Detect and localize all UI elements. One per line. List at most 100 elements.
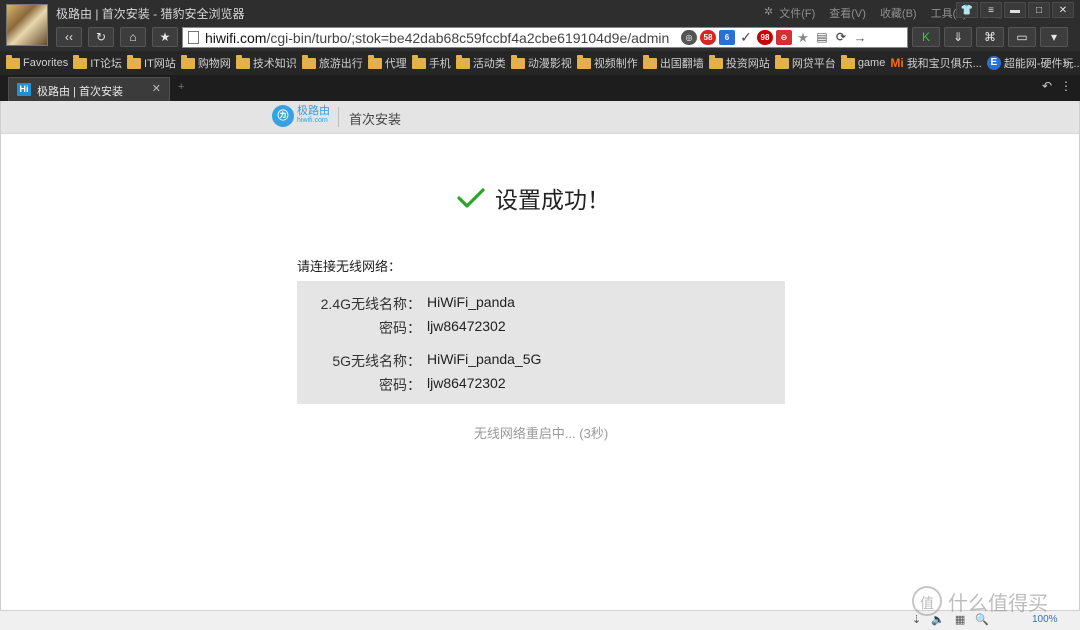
bookmark-item[interactable]: IT网站: [127, 54, 176, 71]
bookmark-item[interactable]: 代理: [367, 54, 407, 71]
bookmark-item[interactable]: IT论坛: [73, 54, 122, 71]
bookmark-mi[interactable]: Mi 我和宝贝俱乐...: [890, 55, 982, 71]
check-ext-icon[interactable]: ✓: [738, 30, 754, 45]
tv-icon[interactable]: ▭: [1008, 27, 1036, 47]
tab-list-icon[interactable]: ⋮: [1060, 79, 1072, 93]
skin-icon[interactable]: 👕: [956, 2, 978, 18]
tab-close-icon[interactable]: ✕: [152, 82, 161, 95]
tab-active[interactable]: Hi 极路由 | 首次安装 ✕: [8, 77, 170, 101]
wifi5-name: HiWiFi_panda_5G: [427, 351, 542, 367]
logo-icon: ㋕: [272, 105, 294, 127]
restart-status: 无线网络重启中... (3秒): [473, 426, 609, 441]
folder-icon: [235, 54, 250, 69]
folder-icon: [180, 54, 195, 69]
bookmark-item[interactable]: 网贷平台: [774, 54, 836, 71]
address-path: /cgi-bin/turbo/;stok=be42dab68c59fccbf4a…: [266, 30, 670, 46]
menu-favorites[interactable]: 收藏(B): [880, 5, 917, 21]
go-icon[interactable]: →: [852, 30, 868, 45]
folder-icon: [840, 54, 855, 69]
pin-icon[interactable]: ✲: [764, 5, 773, 21]
folder-icon: [411, 54, 426, 69]
wifi24-pwd-row: 密码： ljw86472302: [297, 318, 785, 336]
menu-file[interactable]: 文件(F): [779, 5, 815, 21]
watermark: 值 什么值得买: [912, 586, 1048, 616]
bookmark-item[interactable]: 购物网: [180, 54, 231, 71]
ext-98-icon[interactable]: 98: [757, 30, 773, 45]
menu-icon[interactable]: ≡: [980, 2, 1002, 18]
bookmark-item[interactable]: 投资网站: [708, 54, 770, 71]
bookmark-item[interactable]: Favorites: [6, 54, 68, 69]
folder-icon: [127, 54, 142, 69]
address-text[interactable]: hiwifi.com/cgi-bin/turbo/;stok=be42dab68…: [205, 30, 689, 46]
more-tools-icon[interactable]: ▾: [1040, 27, 1068, 47]
watermark-text: 什么值得买: [948, 592, 1048, 615]
tab-label: 极路由 | 首次安装: [37, 86, 123, 98]
tab-bar: Hi 极路由 | 首次安装 ✕ + ↶ ⋮: [0, 75, 1080, 101]
bookmark-item[interactable]: 旅游出行: [301, 54, 363, 71]
page-header: ㋕ 极路由 hiwifi.com 首次安装: [1, 101, 1079, 134]
logo-subtext: hiwifi.com: [297, 117, 328, 124]
page-content: ㋕ 极路由 hiwifi.com 首次安装 设置成功！ 请连接无线网络： 2.4…: [0, 101, 1080, 610]
window-title: 极路由 | 首次安装 - 猎豹安全浏览器: [56, 7, 245, 21]
home-icon[interactable]: ⌂: [120, 27, 146, 47]
e-icon: E: [986, 56, 1001, 70]
undo-close-icon[interactable]: ↶: [1042, 79, 1052, 93]
bookmarks-bar: Favorites IT论坛 IT网站 购物网 技术知识 旅游出行 代理 手机 …: [0, 51, 1080, 75]
ext-6-icon[interactable]: 6: [719, 30, 735, 45]
user-avatar[interactable]: [6, 4, 48, 46]
folder-icon: [367, 54, 382, 69]
back-icon[interactable]: ‹‹: [56, 27, 82, 47]
minimize-button[interactable]: ▬: [1004, 2, 1026, 18]
new-tab-icon[interactable]: +: [178, 81, 184, 93]
favorite-star-icon[interactable]: ★: [795, 30, 811, 45]
bookmark-item[interactable]: 活动类: [455, 54, 506, 71]
wifi5-row: 5G无线名称： HiWiFi_panda_5G: [297, 351, 785, 369]
reader-icon[interactable]: ▤: [814, 30, 830, 45]
success-banner: 设置成功！: [457, 181, 610, 215]
header-divider: [338, 107, 339, 127]
folder-icon: [510, 54, 525, 69]
folder-icon: [6, 54, 20, 69]
wifi24-row: 2.4G无线名称： HiWiFi_panda: [297, 294, 785, 312]
speed-icon[interactable]: ◎: [681, 30, 697, 45]
page-icon: [188, 31, 199, 44]
folder-icon: [576, 54, 591, 69]
checkmark-icon: [457, 188, 485, 208]
tab-bar-right: ↶ ⋮: [1042, 79, 1072, 93]
address-extensions: ◎ 58 6 ✓ 98 ⊖ ★ ▤ ⟳ →: [681, 30, 868, 45]
bookmark-item[interactable]: 出国翻墙: [642, 54, 704, 71]
folder-icon: [642, 54, 657, 69]
compat-mode-icon[interactable]: ⟳: [833, 30, 849, 45]
folder-icon: [455, 54, 470, 69]
password-label: 密码：: [379, 377, 421, 393]
watermark-logo-icon: 值: [912, 586, 942, 616]
kingsoft-icon[interactable]: K: [912, 27, 940, 47]
logo-text: 极路由: [297, 105, 330, 117]
window-controls: 👕 ≡ ▬ □ ✕: [956, 2, 1074, 18]
bookmark-item[interactable]: 手机: [411, 54, 451, 71]
adblock-icon[interactable]: ⊖: [776, 30, 792, 45]
maximize-button[interactable]: □: [1028, 2, 1050, 18]
bookmarks-overflow-icon[interactable]: »: [1063, 55, 1070, 69]
refresh-icon[interactable]: ↻: [88, 27, 114, 47]
wifi-info-box: 2.4G无线名称： HiWiFi_panda 密码： ljw86472302 5…: [297, 281, 785, 404]
star-icon[interactable]: ★: [152, 27, 178, 47]
folder-icon: [301, 54, 316, 69]
folder-icon: [73, 54, 88, 69]
password-label: 密码：: [379, 320, 421, 336]
bookmark-item[interactable]: 动漫影视: [510, 54, 572, 71]
close-button[interactable]: ✕: [1052, 2, 1074, 18]
menu-view[interactable]: 查看(V): [829, 5, 866, 21]
bookmark-item[interactable]: 视频制作: [576, 54, 638, 71]
page-title: 首次安装: [349, 112, 402, 127]
ext-58-icon[interactable]: 58: [700, 30, 716, 45]
folder-icon: [774, 54, 789, 69]
wifi5-password: ljw86472302: [427, 375, 506, 391]
bookmark-item[interactable]: 技术知识: [235, 54, 297, 71]
address-bar[interactable]: hiwifi.com/cgi-bin/turbo/;stok=be42dab68…: [182, 27, 908, 48]
bookmark-item[interactable]: game: [840, 54, 885, 69]
game-icon[interactable]: ⌘: [976, 27, 1004, 47]
download-icon[interactable]: ⇓: [944, 27, 972, 47]
hiwifi-logo[interactable]: ㋕ 极路由 hiwifi.com: [272, 105, 332, 127]
connect-label: 请连接无线网络：: [297, 259, 402, 274]
